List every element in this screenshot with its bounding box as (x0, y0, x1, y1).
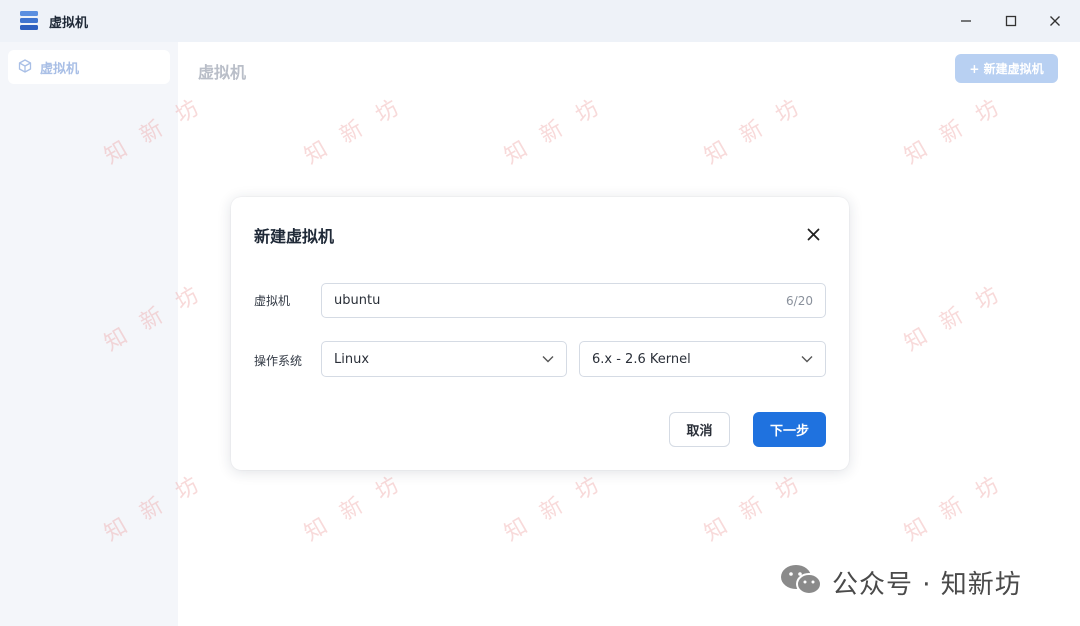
new-vm-dialog: 新建虚拟机 虚拟机 ubuntu 6/20 操作系统 Linux 6.x - 2… (231, 197, 849, 470)
wechat-icon (780, 563, 822, 601)
page-title: 虚拟机 (198, 63, 247, 82)
server-stack-icon (20, 11, 38, 31)
minimize-button[interactable] (952, 8, 980, 34)
sidebar-item-vm[interactable]: 虚拟机 (8, 50, 170, 84)
close-icon (807, 228, 819, 240)
char-counter: 6/20 (786, 293, 813, 308)
dialog-close-button[interactable] (803, 224, 823, 244)
maximize-icon (1005, 15, 1017, 27)
vm-name-label: 虚拟机 (254, 294, 291, 308)
os-version-select[interactable]: 6.x - 2.6 Kernel (579, 341, 826, 377)
brand-badge: 公众号 · 知新坊 (780, 563, 1022, 601)
os-label: 操作系统 (254, 354, 303, 368)
chevron-down-icon (542, 355, 554, 363)
window-title: 虚拟机 (49, 16, 89, 31)
dialog-title: 新建虚拟机 (254, 227, 335, 246)
new-vm-button[interactable]: + 新建虚拟机 (955, 54, 1058, 83)
title-bar: 虚拟机 (0, 0, 1080, 42)
sidebar-item-label: 虚拟机 (40, 61, 80, 77)
chevron-down-icon (801, 355, 813, 363)
vm-name-value: ubuntu (334, 293, 381, 308)
app-window: 虚拟机 虚拟机 虚拟机 + 新建虚拟机 知 新 坊 知 新 坊 知 新 坊 知 … (0, 0, 1080, 626)
minimize-icon (961, 20, 971, 22)
cube-icon (18, 58, 32, 77)
vm-name-input[interactable]: ubuntu 6/20 (321, 283, 826, 318)
close-icon (1050, 16, 1060, 26)
next-button[interactable]: 下一步 (753, 412, 826, 447)
os-version-value: 6.x - 2.6 Kernel (592, 351, 691, 367)
maximize-button[interactable] (997, 8, 1025, 34)
cancel-button[interactable]: 取消 (669, 412, 730, 447)
os-type-select[interactable]: Linux (321, 341, 567, 377)
brand-text: 公众号 · 知新坊 (832, 569, 1022, 600)
os-type-value: Linux (334, 351, 370, 367)
sidebar: 虚拟机 (0, 42, 178, 626)
close-window-button[interactable] (1041, 8, 1069, 34)
